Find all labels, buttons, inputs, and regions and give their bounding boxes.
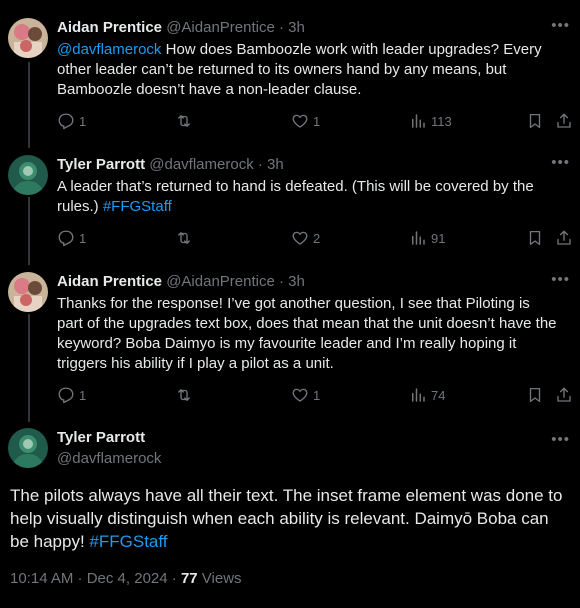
action-bar: 1 1 74 (57, 386, 577, 406)
views-icon (409, 112, 427, 130)
action-bar: 1 1 113 (57, 112, 577, 132)
like-button[interactable]: 1 (291, 386, 320, 404)
hashtag-link[interactable]: #FFGStaff (89, 532, 167, 551)
main-tweet: Tyler Parrott @davflamerock ••• The pilo… (0, 428, 580, 598)
reply-tweet: Aidan Prentice @AidanPrentice · 3h ••• T… (0, 272, 580, 410)
tweet-meta: 10:14 AM · Dec 4, 2024 · 77 Views (10, 569, 242, 589)
retweet-button[interactable] (175, 112, 197, 130)
tweet-header: Aidan Prentice @AidanPrentice · 3h (57, 18, 305, 38)
share-icon (555, 112, 573, 130)
heart-icon (291, 229, 309, 247)
more-icon[interactable]: ••• (551, 155, 570, 171)
views-count: 77 (180, 570, 198, 587)
avatar[interactable] (8, 155, 48, 195)
author-name[interactable]: Aidan Prentice (57, 19, 162, 36)
reply-icon (57, 229, 75, 247)
reply-icon (57, 112, 75, 130)
separator: · (279, 19, 284, 36)
tweet-header: Tyler Parrott @davflamerock · 3h (57, 155, 284, 175)
more-icon[interactable]: ••• (551, 432, 570, 448)
reply-tweet: Tyler Parrott @davflamerock · 3h ••• A l… (0, 155, 580, 253)
like-button[interactable]: 2 (291, 229, 320, 247)
separator: · (257, 156, 263, 173)
timestamp[interactable]: 10:14 AM · Dec 4, 2024 · (10, 570, 181, 587)
tweet-text: A leader that’s returned to hand is defe… (57, 178, 534, 215)
share-button[interactable] (555, 229, 573, 247)
heart-icon (291, 112, 309, 130)
bookmark-icon (526, 386, 544, 404)
separator: · (279, 273, 284, 290)
reply-button[interactable]: 1 (57, 229, 86, 247)
bookmark-button[interactable] (526, 112, 544, 130)
retweet-icon (175, 112, 193, 130)
reply-button[interactable]: 1 (57, 386, 86, 404)
author-name[interactable]: Aidan Prentice (57, 273, 162, 290)
retweet-icon (175, 386, 193, 404)
views-label: Views (197, 570, 242, 587)
bookmark-button[interactable] (526, 229, 544, 247)
tweet-text: Thanks for the response! I’ve got anothe… (57, 295, 557, 372)
author-handle[interactable]: @davflamerock (57, 449, 161, 469)
timestamp[interactable]: 3h (288, 19, 305, 36)
views-icon (409, 386, 427, 404)
mention-link[interactable]: @davflamerock (57, 41, 161, 58)
like-button[interactable]: 1 (291, 112, 320, 130)
avatar[interactable] (8, 428, 48, 468)
author-name[interactable]: Tyler Parrott (57, 156, 145, 173)
share-icon (555, 229, 573, 247)
reply-tweet: Aidan Prentice @AidanPrentice · 3h ••• @… (0, 18, 580, 136)
hashtag-link[interactable]: #FFGStaff (103, 198, 172, 215)
retweet-button[interactable] (175, 229, 197, 247)
author-name[interactable]: Tyler Parrott (57, 428, 145, 448)
avatar[interactable] (8, 18, 48, 58)
views-button[interactable]: 113 (409, 112, 452, 130)
share-button[interactable] (555, 112, 573, 130)
share-icon (555, 386, 573, 404)
retweet-icon (175, 229, 193, 247)
views-button[interactable]: 91 (409, 229, 445, 247)
bookmark-icon (526, 112, 544, 130)
tweet-header: Aidan Prentice @AidanPrentice · 3h (57, 272, 305, 292)
avatar[interactable] (8, 272, 48, 312)
reply-button[interactable]: 1 (57, 112, 86, 130)
heart-icon (291, 386, 309, 404)
share-button[interactable] (555, 386, 573, 404)
more-icon[interactable]: ••• (551, 18, 570, 34)
author-handle[interactable]: @AidanPrentice (166, 19, 275, 36)
tweet-text: The pilots always have all their text. T… (10, 486, 563, 551)
reply-icon (57, 386, 75, 404)
author-handle[interactable]: @AidanPrentice (166, 273, 275, 290)
retweet-button[interactable] (175, 386, 197, 404)
more-icon[interactable]: ••• (551, 272, 570, 288)
bookmark-button[interactable] (526, 386, 544, 404)
action-bar: 1 2 91 (57, 229, 577, 249)
timestamp[interactable]: 3h (288, 273, 305, 290)
views-icon (409, 229, 427, 247)
views-button[interactable]: 74 (409, 386, 445, 404)
author-handle[interactable]: @davflamerock (149, 156, 253, 173)
bookmark-icon (526, 229, 544, 247)
tweet-text: @davflamerock How does Bamboozle work wi… (57, 41, 542, 98)
timestamp[interactable]: 3h (267, 156, 284, 173)
